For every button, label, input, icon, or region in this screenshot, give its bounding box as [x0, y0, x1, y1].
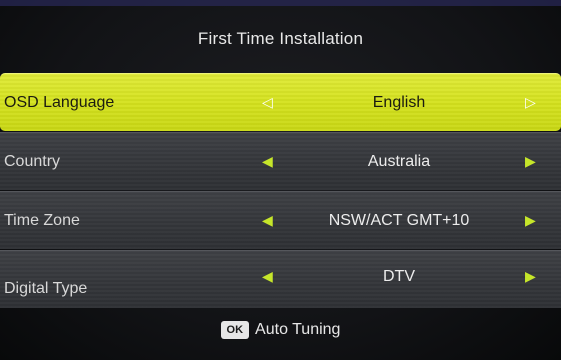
setting-label: Country: [4, 152, 61, 170]
left-arrow-icon[interactable]: ◀: [262, 133, 273, 190]
setting-row-osd-language[interactable]: OSD Language ◁ English ▷: [0, 73, 561, 131]
right-arrow-icon[interactable]: ▶: [525, 133, 536, 190]
setting-label: OSD Language: [4, 93, 115, 111]
setting-row-digital-type[interactable]: Digital Type ◀ DTV ▶: [0, 250, 561, 308]
left-arrow-icon[interactable]: ◀: [262, 192, 273, 249]
ok-button-icon: OK: [220, 321, 250, 339]
settings-list: OSD Language ◁ English ▷ Country ◀ Austr…: [0, 73, 561, 309]
setting-label: Time Zone: [4, 211, 80, 229]
auto-tuning-label: Auto Tuning: [255, 321, 341, 338]
setting-label: Digital Type: [4, 280, 88, 297]
setting-row-time-zone[interactable]: Time Zone ◀ NSW/ACT GMT+10 ▶: [0, 191, 561, 249]
left-arrow-icon[interactable]: ◀: [262, 251, 273, 308]
right-arrow-icon[interactable]: ▶: [525, 192, 536, 249]
right-arrow-icon[interactable]: ▶: [525, 251, 536, 308]
tv-screen: First Time Installation OSD Language ◁ E…: [0, 0, 561, 360]
setting-value: DTV: [383, 268, 415, 285]
menu-title: First Time Installation: [197, 29, 364, 48]
right-arrow-icon[interactable]: ▷: [525, 74, 536, 131]
setting-value: NSW/ACT GMT+10: [328, 211, 470, 229]
setting-value: Australia: [367, 152, 431, 170]
setting-value: English: [372, 93, 426, 111]
left-arrow-icon[interactable]: ◁: [262, 74, 273, 131]
setting-row-country[interactable]: Country ◀ Australia ▶: [0, 132, 561, 190]
footer-hint[interactable]: OK Auto Tuning: [0, 305, 561, 355]
